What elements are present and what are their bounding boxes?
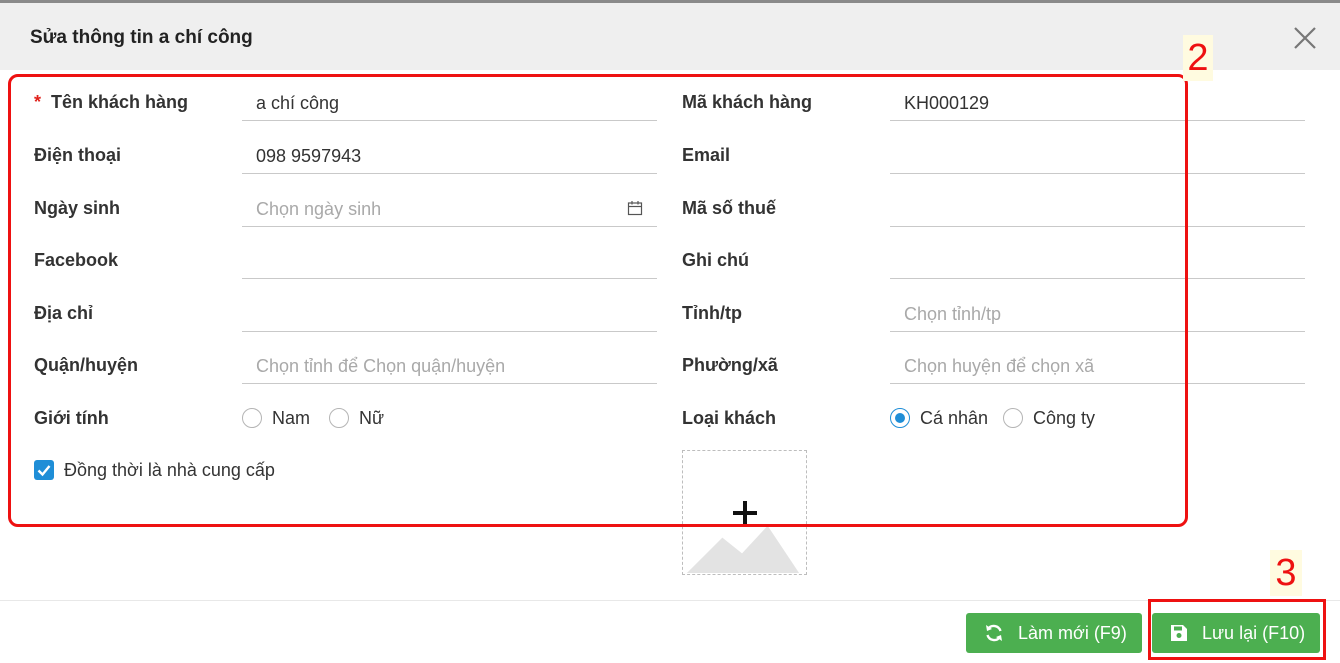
tax-code-label: Mã số thuế <box>682 198 777 218</box>
ward-label: Phường/xã <box>682 355 778 375</box>
customer-type-company-label[interactable]: Công ty <box>1033 408 1095 429</box>
customer-code-input[interactable]: KH000129 <box>890 83 1305 121</box>
gender-label: Giới tính <box>34 408 109 428</box>
close-icon[interactable] <box>1290 23 1320 53</box>
supplier-checkbox[interactable] <box>34 460 54 480</box>
province-label: Tỉnh/tp <box>682 303 742 323</box>
customer-name-input[interactable]: a chí công <box>242 83 657 121</box>
note-input[interactable] <box>890 241 1305 279</box>
refresh-button-label: Làm mới (F9) <box>1018 623 1127 643</box>
phone-label: Điện thoại <box>34 145 122 165</box>
birthday-placeholder: Chọn ngày sinh <box>256 199 382 219</box>
birthday-label: Ngày sinh <box>34 198 121 218</box>
supplier-checkbox-label[interactable]: Đồng thời là nhà cung cấp <box>64 460 275 481</box>
email-input[interactable] <box>890 136 1305 174</box>
gender-male-label[interactable]: Nam <box>272 408 310 429</box>
district-label: Quận/huyện <box>34 355 139 375</box>
birthday-input[interactable]: Chọn ngày sinh <box>242 189 657 227</box>
address-label: Địa chỉ <box>34 303 94 323</box>
customer-type-company-radio[interactable] <box>1003 408 1023 428</box>
gender-female-radio[interactable] <box>329 408 349 428</box>
customer-type-individual-label[interactable]: Cá nhân <box>920 408 988 429</box>
refresh-button[interactable]: Làm mới (F9) <box>966 613 1142 653</box>
customer-code-label: Mã khách hàng <box>682 92 813 112</box>
customer-name-label: * Tên khách hàng <box>34 92 189 112</box>
check-icon <box>37 465 51 477</box>
note-label: Ghi chú <box>682 250 749 270</box>
province-select[interactable]: Chọn tỉnh/tp <box>890 294 1305 332</box>
ward-select[interactable]: Chọn huyện để chọn xã <box>890 346 1305 384</box>
refresh-icon <box>986 624 1002 642</box>
required-mark: * <box>34 92 42 112</box>
gender-male-radio[interactable] <box>242 408 262 428</box>
facebook-label: Facebook <box>34 250 119 270</box>
address-input[interactable] <box>242 294 657 332</box>
email-label: Email <box>682 145 731 165</box>
gender-female-label[interactable]: Nữ <box>359 408 384 429</box>
footer-divider <box>0 600 1340 601</box>
dialog-header: Sửa thông tin a chí công <box>0 3 1340 70</box>
annotation-number-2: 2 <box>1183 35 1213 81</box>
district-select[interactable]: Chọn tỉnh để Chọn quận/huyện <box>242 346 657 384</box>
dialog-title: Sửa thông tin a chí công <box>30 27 253 48</box>
customer-type-individual-radio[interactable] <box>890 408 910 428</box>
annotation-number-3: 3 <box>1270 550 1302 596</box>
save-icon <box>1171 625 1187 641</box>
phone-input[interactable]: 098 9597943 <box>242 136 657 174</box>
customer-type-label: Loại khách <box>682 408 777 428</box>
save-button-label: Lưu lại (F10) <box>1202 623 1306 643</box>
plus-icon <box>733 501 757 525</box>
calendar-icon[interactable] <box>627 200 643 216</box>
save-button[interactable]: Lưu lại (F10) <box>1152 613 1320 653</box>
image-upload[interactable] <box>682 450 807 575</box>
tax-code-input[interactable] <box>890 189 1305 227</box>
facebook-input[interactable] <box>242 241 657 279</box>
